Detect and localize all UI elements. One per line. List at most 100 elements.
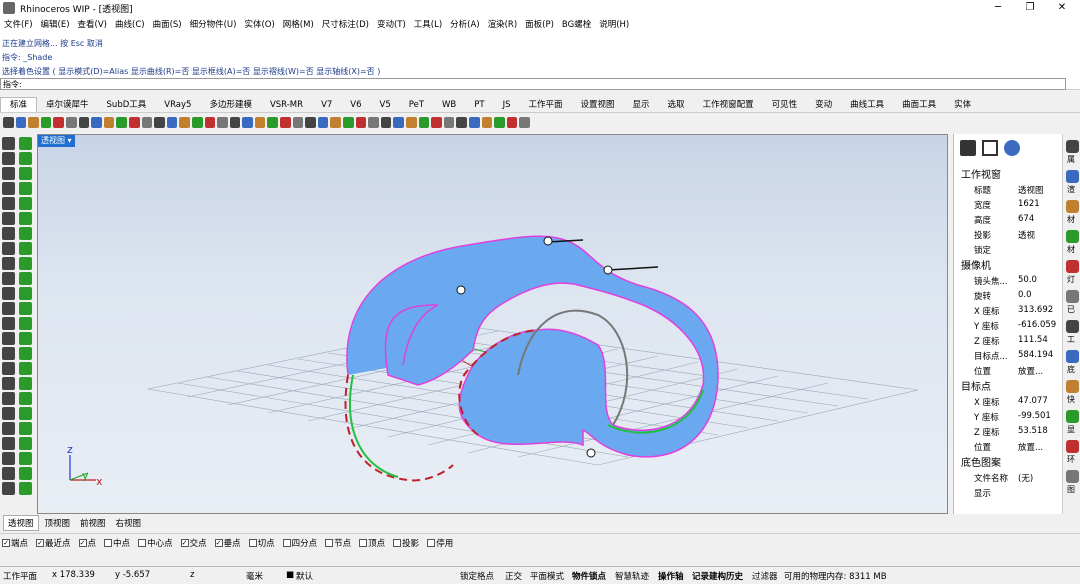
panel-row-value[interactable]: 透视图: [1018, 184, 1044, 196]
panel-row-value[interactable]: 53.518: [1018, 426, 1048, 436]
tool-button-icon[interactable]: [19, 422, 32, 435]
toolbar-tab[interactable]: 选取: [659, 98, 694, 112]
toolbar-tab[interactable]: 设置视图: [572, 98, 624, 112]
menu-item[interactable]: 编辑(E): [41, 18, 70, 30]
menu-item[interactable]: 网格(M): [283, 18, 314, 30]
viewport-tab[interactable]: 前视图: [76, 516, 110, 530]
osnap-checkbox[interactable]: ✓: [2, 538, 10, 547]
tool-button-icon[interactable]: [19, 167, 32, 180]
tool-button-icon[interactable]: [19, 437, 32, 450]
toolbar-tab[interactable]: 曲线工具: [841, 98, 893, 112]
toolbar-button-icon[interactable]: [204, 116, 216, 128]
osnap-checkbox[interactable]: [325, 538, 334, 547]
ring-surface[interactable]: [346, 235, 719, 458]
osnap-option[interactable]: ✓ 最近点: [36, 537, 71, 549]
tool-button-icon[interactable]: [2, 212, 15, 225]
toolbar-button-icon[interactable]: [28, 116, 39, 128]
viewport-canvas[interactable]: z y x: [38, 135, 949, 515]
tool-button-icon[interactable]: [19, 347, 32, 360]
panel-row[interactable]: 目标点... 584.194: [954, 348, 1054, 363]
tool-button-icon[interactable]: [19, 197, 32, 210]
toolbar-tab[interactable]: 可见性: [763, 98, 807, 112]
tool-button-icon[interactable]: [2, 347, 15, 360]
tool-button-icon[interactable]: [19, 272, 32, 285]
tool-button-icon[interactable]: [19, 482, 32, 495]
panel-row[interactable]: 宽度 1621: [954, 197, 1054, 212]
toolbar-tab[interactable]: 变动: [806, 98, 841, 112]
tool-button-icon[interactable]: [2, 272, 15, 285]
toolbar-button-icon[interactable]: [355, 116, 367, 128]
tool-button-icon[interactable]: [2, 182, 15, 195]
panel-tab-icon[interactable]: [1066, 140, 1079, 153]
tool-button-icon[interactable]: [2, 287, 15, 300]
toolbar-tab[interactable]: PT: [465, 100, 493, 112]
toolbar-button-icon[interactable]: [481, 116, 493, 128]
panel-row[interactable]: 位置 放置...: [954, 363, 1054, 378]
toolbar-button-icon[interactable]: [368, 116, 379, 128]
tool-button-icon[interactable]: [19, 257, 32, 270]
toolbar-tab[interactable]: VRay5: [155, 100, 200, 112]
tool-button-icon[interactable]: [19, 407, 32, 420]
menu-item[interactable]: 实体(O): [244, 18, 274, 30]
panel-row-value[interactable]: 0.0: [1018, 290, 1032, 300]
toolbar-button-icon[interactable]: [254, 116, 266, 128]
panel-row-value[interactable]: 放置...: [1018, 441, 1043, 453]
control-point-3[interactable]: [456, 285, 466, 295]
toolbar-tab[interactable]: VSR-MR: [261, 100, 312, 112]
toolbar-button-icon[interactable]: [267, 116, 279, 128]
toolbar-tab[interactable]: 曲面工具: [893, 98, 945, 112]
panel-row[interactable]: 投影 透视: [954, 227, 1054, 242]
tool-button-icon[interactable]: [2, 437, 15, 450]
control-point-4[interactable]: [586, 448, 596, 458]
osnap-option[interactable]: ✓ 点: [78, 537, 96, 549]
toolbar-button-icon[interactable]: [406, 116, 417, 128]
edge-curve-green-2[interactable]: [349, 374, 399, 478]
tool-button-icon[interactable]: [19, 392, 32, 405]
camera-icon[interactable]: [960, 140, 976, 156]
osnap-option[interactable]: 顶点: [359, 537, 385, 549]
toolbar-tab[interactable]: 标准: [0, 97, 38, 112]
material-icon[interactable]: [1004, 140, 1020, 156]
panel-tab-icon[interactable]: [1066, 290, 1079, 303]
osnap-option[interactable]: ✓ 端点: [2, 537, 28, 549]
toolbar-button-icon[interactable]: [393, 116, 404, 128]
toolbar-button-icon[interactable]: [418, 116, 430, 128]
display-icon[interactable]: [982, 140, 998, 156]
tool-button-icon[interactable]: [2, 407, 15, 420]
close-button[interactable]: ✕: [1044, 0, 1080, 16]
osnap-option[interactable]: ✓ 垂点: [214, 537, 241, 549]
panel-row[interactable]: 位置 放置...: [954, 439, 1054, 454]
smarttrack-toggle[interactable]: 智慧轨迹: [615, 570, 649, 582]
tool-button-icon[interactable]: [2, 362, 15, 375]
toolbar-button-icon[interactable]: [179, 116, 190, 128]
tool-button-icon[interactable]: [2, 167, 15, 180]
menu-item[interactable]: 变动(T): [377, 18, 406, 30]
tool-button-icon[interactable]: [2, 452, 15, 465]
toolbar-tab[interactable]: SubD工具: [98, 98, 156, 112]
osnap-checkbox[interactable]: [427, 538, 436, 547]
tool-button-icon[interactable]: [2, 257, 15, 270]
tool-button-icon[interactable]: [2, 332, 15, 345]
toolbar-tab[interactable]: 工作视窗配置: [694, 98, 763, 112]
menu-item[interactable]: 面板(P): [525, 18, 554, 30]
ortho-toggle[interactable]: 正交: [505, 570, 522, 582]
panel-row[interactable]: 文件名称 (无): [954, 470, 1054, 485]
toolbar-tab[interactable]: V7: [312, 100, 341, 112]
toolbar-button-icon[interactable]: [154, 116, 165, 128]
toolbar-tab[interactable]: 实体: [945, 98, 980, 112]
osnap-option[interactable]: 节点: [325, 537, 351, 549]
menu-item[interactable]: 渲染(R): [488, 18, 518, 30]
toolbar-tab[interactable]: WB: [433, 100, 465, 112]
panel-row-value[interactable]: -616.059: [1018, 320, 1056, 330]
osnap-option[interactable]: 四分点: [282, 537, 317, 549]
toolbar-button-icon[interactable]: [191, 116, 203, 128]
panel-row[interactable]: Y 座标 -99.501: [954, 409, 1054, 424]
tool-button-icon[interactable]: [19, 212, 32, 225]
viewport-tab[interactable]: 右视图: [112, 516, 146, 530]
gumball-toggle[interactable]: 操作轴: [658, 570, 684, 582]
tool-button-icon[interactable]: [19, 362, 32, 375]
panel-row-value[interactable]: -99.501: [1018, 411, 1051, 421]
toolbar-button-icon[interactable]: [468, 116, 480, 128]
toolbar-button-icon[interactable]: [128, 116, 140, 128]
toolbar-button-icon[interactable]: [53, 116, 64, 128]
